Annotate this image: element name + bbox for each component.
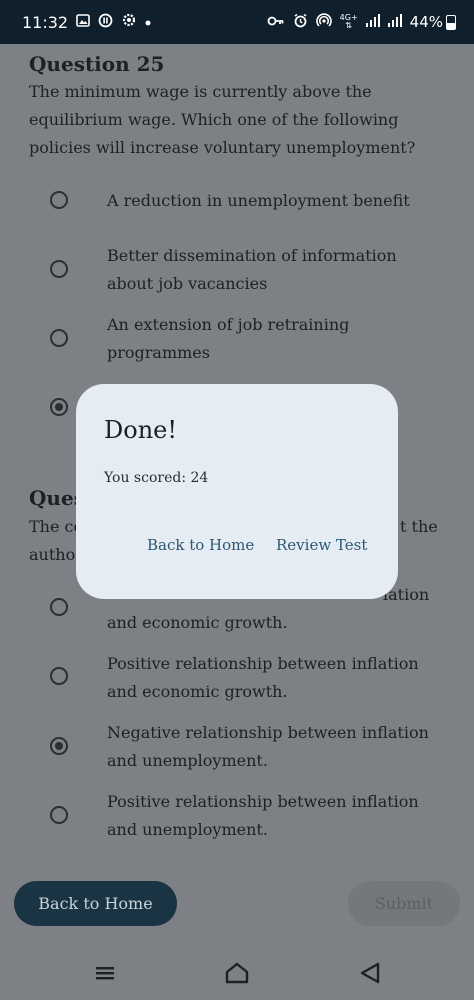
- network-label: 4G+: [339, 13, 358, 22]
- review-test-button[interactable]: Review Test: [276, 536, 367, 554]
- status-bar-left: 11:32: [22, 12, 151, 32]
- 4g-icon: 4G+ ⇅: [339, 13, 358, 30]
- navigation-bar: [0, 944, 474, 1000]
- radio-button-selected[interactable]: [50, 737, 68, 755]
- option-label: Negative relationship between inflation …: [107, 723, 429, 770]
- key-icon: [267, 13, 285, 31]
- option-label: A reduction in unemployment benefit: [107, 191, 410, 210]
- circle-pause-icon: [98, 13, 113, 32]
- radio-button[interactable]: [50, 806, 68, 824]
- alarm-icon: [293, 13, 308, 32]
- radio-button-selected[interactable]: [50, 398, 68, 416]
- battery-percent: 44%: [409, 13, 443, 31]
- hotspot-icon: [315, 12, 332, 32]
- option-label: An extension of job retraining programme…: [107, 315, 350, 362]
- back-icon[interactable]: [355, 958, 385, 988]
- image-icon: [76, 13, 90, 31]
- question-text-tail: t the: [400, 517, 438, 536]
- option-label: Positive relationship between inflation …: [107, 654, 419, 701]
- back-to-home-button[interactable]: Back to Home: [14, 881, 177, 926]
- menu-icon[interactable]: [90, 958, 120, 988]
- submit-button[interactable]: Submit: [348, 881, 460, 926]
- score-dialog: Done! You scored: 24 Back to Home Review…: [76, 384, 398, 599]
- score-text: You scored: 24: [104, 470, 209, 486]
- home-icon[interactable]: [222, 958, 252, 988]
- signal-icon: [365, 13, 380, 31]
- status-bar-right: 4G+ ⇅ 44%: [267, 12, 456, 32]
- option-label: Better dissemination of information abou…: [107, 246, 397, 293]
- dot-icon: [145, 15, 151, 30]
- radio-button[interactable]: [50, 260, 68, 278]
- dialog-back-to-home-button[interactable]: Back to Home: [147, 536, 254, 554]
- gear-icon: [121, 12, 137, 32]
- question-title: Question 25: [29, 52, 165, 76]
- status-bar: 11:32 4G+ ⇅ 44%: [0, 0, 474, 44]
- option-label: and economic growth.: [107, 613, 288, 632]
- battery: 44%: [410, 13, 456, 31]
- radio-button[interactable]: [50, 329, 68, 347]
- battery-icon: [446, 14, 456, 30]
- dialog-title: Done!: [104, 416, 177, 444]
- radio-button[interactable]: [50, 667, 68, 685]
- option-label: Positive relationship between inflation …: [107, 792, 419, 839]
- radio-button[interactable]: [50, 598, 68, 616]
- radio-button[interactable]: [50, 191, 68, 209]
- signal-icon: [387, 13, 402, 31]
- status-time: 11:32: [22, 12, 69, 32]
- question-text: The minimum wage is currently above the …: [29, 82, 416, 157]
